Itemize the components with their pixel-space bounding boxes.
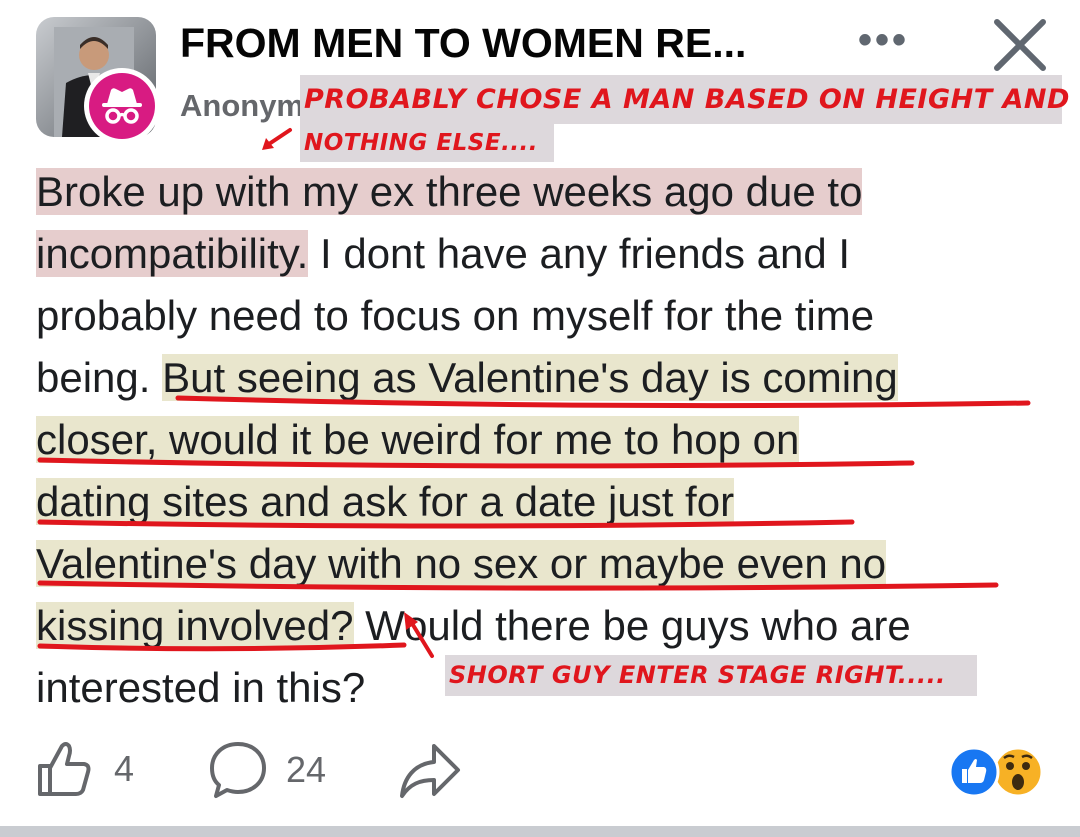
like-count: 4 <box>114 748 135 789</box>
underline-5 <box>37 642 407 652</box>
thumbs-up-icon <box>38 742 91 796</box>
reactions-icons <box>948 746 1044 798</box>
bottom-divider <box>0 826 1080 837</box>
comment-count: 24 <box>286 749 327 790</box>
underline-4 <box>37 580 999 591</box>
annotation-short-guy-note: SHORT GUY ENTER STAGE RIGHT..... <box>445 655 977 696</box>
comment-icon <box>210 742 266 798</box>
underline-1 <box>175 395 1031 409</box>
underline-3 <box>37 519 855 529</box>
like-button[interactable]: 4 <box>36 740 134 798</box>
annotation-arrow-2 <box>408 618 434 658</box>
annotation-underlines <box>37 395 1031 658</box>
reactions-summary[interactable] <box>946 746 1046 798</box>
comment-button[interactable]: 24 <box>208 740 326 800</box>
share-icon <box>400 744 460 798</box>
underline-2 <box>37 457 915 469</box>
share-button[interactable] <box>398 742 462 805</box>
